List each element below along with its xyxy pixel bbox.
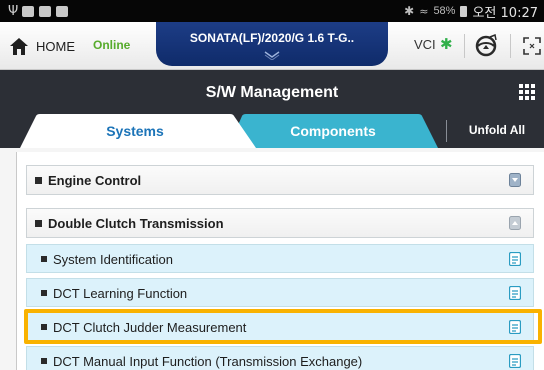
divider xyxy=(464,34,465,58)
grid-menu-icon[interactable] xyxy=(519,84,535,100)
status-notification-icons: Ψ xyxy=(8,3,68,19)
battery-icon xyxy=(460,5,468,17)
tab-bar: Components Systems Unfold All xyxy=(0,114,544,148)
document-icon[interactable] xyxy=(509,320,521,334)
clock: 오전 10:27 xyxy=(472,5,538,21)
message-icon xyxy=(39,5,51,17)
list-item-system-identification[interactable]: System Identification xyxy=(26,244,534,273)
vci-label: VCI xyxy=(414,37,436,52)
image-icon xyxy=(22,5,34,17)
document-icon[interactable] xyxy=(509,286,521,300)
tab-systems-label: Systems xyxy=(106,123,164,139)
item-label: DCT Manual Input Function (Transmission … xyxy=(53,354,363,369)
document-icon[interactable] xyxy=(509,252,521,266)
item-label: DCT Learning Function xyxy=(53,286,188,301)
divider xyxy=(510,34,511,58)
group-double-clutch-transmission[interactable]: Double Clutch Transmission xyxy=(26,208,534,238)
bluetooth-icon: ✱ xyxy=(404,4,415,18)
bullet-icon xyxy=(41,358,47,364)
list-item-dct-clutch-judder-measurement[interactable]: DCT Clutch Judder Measurement xyxy=(26,312,534,341)
chevron-down-icon xyxy=(264,51,280,60)
bullet-icon xyxy=(35,177,42,184)
tab-systems[interactable]: Systems xyxy=(20,114,270,148)
calendar-icon xyxy=(56,5,68,17)
status-system-info: ✱ ≈ 58% 오전 10:27 xyxy=(404,2,538,21)
item-label: DCT Clutch Judder Measurement xyxy=(53,320,247,335)
item-label: System Identification xyxy=(53,252,173,267)
usb-icon: Ψ xyxy=(8,3,19,19)
vehicle-selector[interactable]: SONATA(LF)/2020/G 1.6 T-G.. xyxy=(156,22,388,66)
bullet-icon xyxy=(41,290,47,296)
wifi-signal-icon: ≈ xyxy=(419,4,429,18)
status-bar: Ψ ✱ ≈ 58% 오전 10:27 xyxy=(0,0,544,22)
list-item-dct-manual-input-function[interactable]: DCT Manual Input Function (Transmission … xyxy=(26,346,534,370)
expand-down-icon[interactable] xyxy=(509,173,521,187)
bullet-icon xyxy=(41,256,47,262)
page-title: S/W Management xyxy=(205,84,339,101)
vehicle-name: SONATA(LF)/2020/G 1.6 T-G.. xyxy=(189,31,355,45)
list-item-dct-learning-function[interactable]: DCT Learning Function xyxy=(26,278,534,307)
online-status: Online xyxy=(93,38,131,52)
home-icon xyxy=(10,38,28,55)
vci-tool-icon[interactable] xyxy=(474,34,498,58)
unfold-all-button[interactable]: Unfold All xyxy=(456,123,538,137)
group-label: Double Clutch Transmission xyxy=(48,216,224,231)
fullscreen-icon[interactable] xyxy=(522,36,542,56)
vci-bluetooth-icon: ✱ xyxy=(440,35,453,53)
home-label: HOME xyxy=(36,38,75,54)
home-button[interactable]: HOME xyxy=(8,35,75,57)
title-bar: S/W Management xyxy=(0,70,544,114)
document-icon[interactable] xyxy=(509,354,521,368)
collapse-up-icon[interactable] xyxy=(509,216,521,230)
group-engine-control[interactable]: Engine Control xyxy=(26,165,534,195)
app-header: HOME Online SONATA(LF)/2020/G 1.6 T-G.. … xyxy=(0,22,544,70)
bullet-icon xyxy=(41,324,47,330)
bullet-icon xyxy=(35,220,42,227)
divider xyxy=(446,120,447,142)
group-label: Engine Control xyxy=(48,173,142,188)
battery-percent: 58% xyxy=(433,5,456,17)
